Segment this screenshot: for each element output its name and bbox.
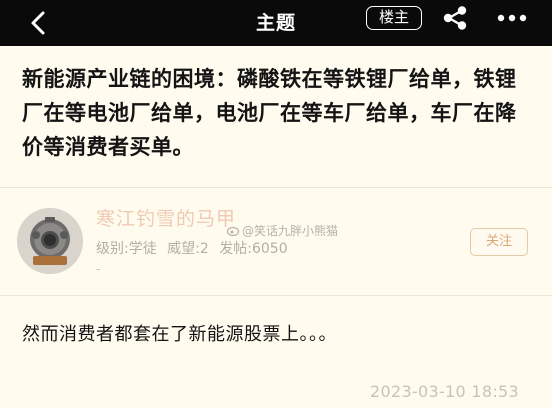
divider <box>0 295 552 296</box>
author-name[interactable]: 寒江钓雪的马甲 <box>96 204 236 231</box>
post-content: 然而消费者都套在了新能源股票上。。。 <box>22 324 337 345</box>
follow-button[interactable]: 关注 <box>470 228 528 256</box>
watermark: @笑话九胖小熊猫 <box>226 222 338 239</box>
author-stats: 级别:学徒 威望:2 发帖:6050 <box>96 238 294 258</box>
post-title: 新能源产业链的困境：磷酸铁在等铁锂厂给单，铁锂厂在等电池厂给单，电池厂在等车厂给… <box>22 67 517 159</box>
author-prestige: 威望:2 <box>167 241 209 257</box>
weibo-icon <box>226 226 240 237</box>
top-bar: 主题 楼主 <box>0 0 552 46</box>
author-extra: - <box>96 262 101 276</box>
watermark-text: @笑话九胖小熊猫 <box>242 224 339 238</box>
share-button[interactable] <box>440 5 470 31</box>
diving-helmet-icon <box>17 208 83 274</box>
author-level: 级别:学徒 <box>96 241 157 257</box>
op-only-toggle[interactable]: 楼主 <box>366 6 422 30</box>
avatar[interactable] <box>17 208 83 274</box>
more-button[interactable] <box>495 6 529 30</box>
author-post-count: 发帖:6050 <box>219 241 288 257</box>
share-icon <box>443 6 467 30</box>
author-card: 寒江钓雪的马甲 @笑话九胖小熊猫 级别:学徒 威望:2 发帖:6050 - 关注 <box>0 188 552 295</box>
more-horizontal-icon <box>497 14 527 22</box>
post-timestamp: 2023-03-10 18:53 <box>370 382 519 401</box>
